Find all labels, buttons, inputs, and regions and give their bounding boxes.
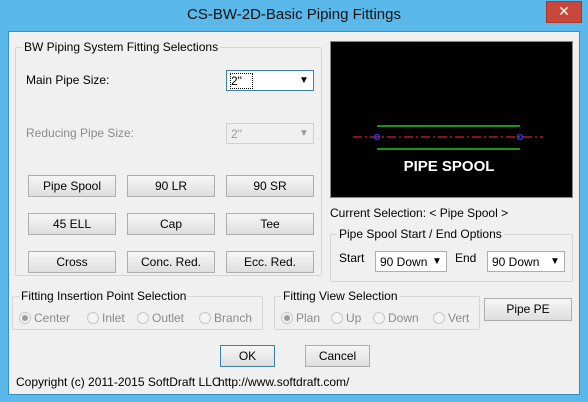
chevron-down-icon: ▼ — [550, 256, 560, 267]
reducing-pipe-size-label: Reducing Pipe Size: — [26, 126, 135, 140]
spool-end-select[interactable]: 90 Down ▼ — [487, 251, 565, 272]
insertion-point-title: Fitting Insertion Point Selection — [19, 289, 189, 303]
main-pipe-size-label: Main Pipe Size: — [26, 73, 110, 87]
cross-button[interactable]: Cross — [28, 251, 116, 273]
90-lr-button[interactable]: 90 LR — [127, 175, 215, 197]
title-bar[interactable]: CS-BW-2D-Basic Piping Fittings ✕ — [0, 0, 588, 32]
reducing-pipe-size-select[interactable]: 2" ▼ — [226, 123, 314, 144]
fitting-preview: PIPE SPOOL — [330, 41, 573, 198]
chevron-down-icon: ▼ — [432, 256, 442, 267]
insertion-center-radio[interactable]: Center — [19, 311, 70, 327]
radio-empty-icon — [87, 312, 99, 324]
main-pipe-size-select[interactable]: 2" ▼ — [226, 70, 314, 91]
ok-button[interactable]: OK — [220, 345, 275, 367]
radio-empty-icon — [331, 312, 343, 324]
fitting-selections-group: BW Piping System Fitting Selections Main… — [15, 40, 322, 276]
45-ell-button[interactable]: 45 ELL — [28, 213, 116, 235]
end-label: End — [455, 251, 477, 265]
current-selection-text: Current Selection: < Pipe Spool > — [330, 206, 509, 220]
radio-label: Up — [346, 311, 362, 325]
radio-label: Down — [388, 311, 419, 325]
spool-start-select[interactable]: 90 Down ▼ — [375, 251, 447, 272]
preview-label: PIPE SPOOL — [404, 158, 495, 175]
radio-empty-icon — [137, 312, 149, 324]
website-link[interactable]: http://www.softdraft.com/ — [218, 375, 349, 389]
fitting-selections-title: BW Piping System Fitting Selections — [22, 40, 221, 54]
radio-empty-icon — [373, 312, 385, 324]
chevron-down-icon: ▼ — [299, 75, 309, 86]
radio-label: Center — [34, 311, 71, 325]
start-label: Start — [339, 251, 365, 265]
window-title: CS-BW-2D-Basic Piping Fittings — [187, 6, 401, 23]
insertion-point-group: Fitting Insertion Point Selection Center… — [12, 289, 263, 330]
view-selection-group: Fitting View Selection Plan Up Down Vert — [274, 289, 480, 330]
close-button[interactable]: ✕ — [546, 1, 582, 23]
conc-red-button[interactable]: Conc. Red. — [127, 251, 215, 273]
insertion-branch-radio[interactable]: Branch — [199, 311, 252, 327]
insertion-outlet-radio[interactable]: Outlet — [137, 311, 184, 327]
insertion-inlet-radio[interactable]: Inlet — [87, 311, 125, 327]
copyright-text: Copyright (c) 2011-2015 SoftDraft LLC — [16, 375, 221, 389]
view-vert-radio[interactable]: Vert — [433, 311, 469, 327]
radio-empty-icon — [199, 312, 211, 324]
spool-end-value: 90 Down — [492, 255, 540, 269]
radio-label: Inlet — [102, 311, 125, 325]
view-up-radio[interactable]: Up — [331, 311, 361, 327]
radio-label: Branch — [214, 311, 253, 325]
cap-button[interactable]: Cap — [127, 213, 215, 235]
radio-label: Vert — [448, 311, 470, 325]
dialog-client-area: BW Piping System Fitting Selections Main… — [8, 31, 580, 395]
main-pipe-size-value: 2" — [230, 73, 253, 89]
chevron-down-icon: ▼ — [299, 128, 309, 139]
cancel-button[interactable]: Cancel — [305, 345, 370, 367]
spool-options-title: Pipe Spool Start / End Options — [337, 227, 504, 241]
view-plan-radio[interactable]: Plan — [281, 311, 320, 327]
spool-start-value: 90 Down — [380, 255, 428, 269]
radio-empty-icon — [433, 312, 445, 324]
view-down-radio[interactable]: Down — [373, 311, 419, 327]
close-icon: ✕ — [558, 3, 570, 19]
pipe-spool-button[interactable]: Pipe Spool — [28, 175, 116, 197]
radio-selected-icon — [19, 312, 31, 324]
radio-label: Outlet — [152, 311, 185, 325]
radio-label: Plan — [296, 311, 321, 325]
tee-button[interactable]: Tee — [226, 213, 314, 235]
spool-options-group: Pipe Spool Start / End Options Start 90 … — [330, 227, 573, 282]
preview-canvas: PIPE SPOOL — [353, 125, 543, 175]
view-selection-title: Fitting View Selection — [281, 289, 400, 303]
dialog-window: CS-BW-2D-Basic Piping Fittings ✕ BW Pipi… — [0, 0, 588, 402]
pipe-pe-button[interactable]: Pipe PE — [484, 298, 572, 321]
radio-selected-icon — [281, 312, 293, 324]
90-sr-button[interactable]: 90 SR — [226, 175, 314, 197]
reducing-pipe-size-value: 2" — [231, 127, 242, 141]
ecc-red-button[interactable]: Ecc. Red. — [226, 251, 314, 273]
